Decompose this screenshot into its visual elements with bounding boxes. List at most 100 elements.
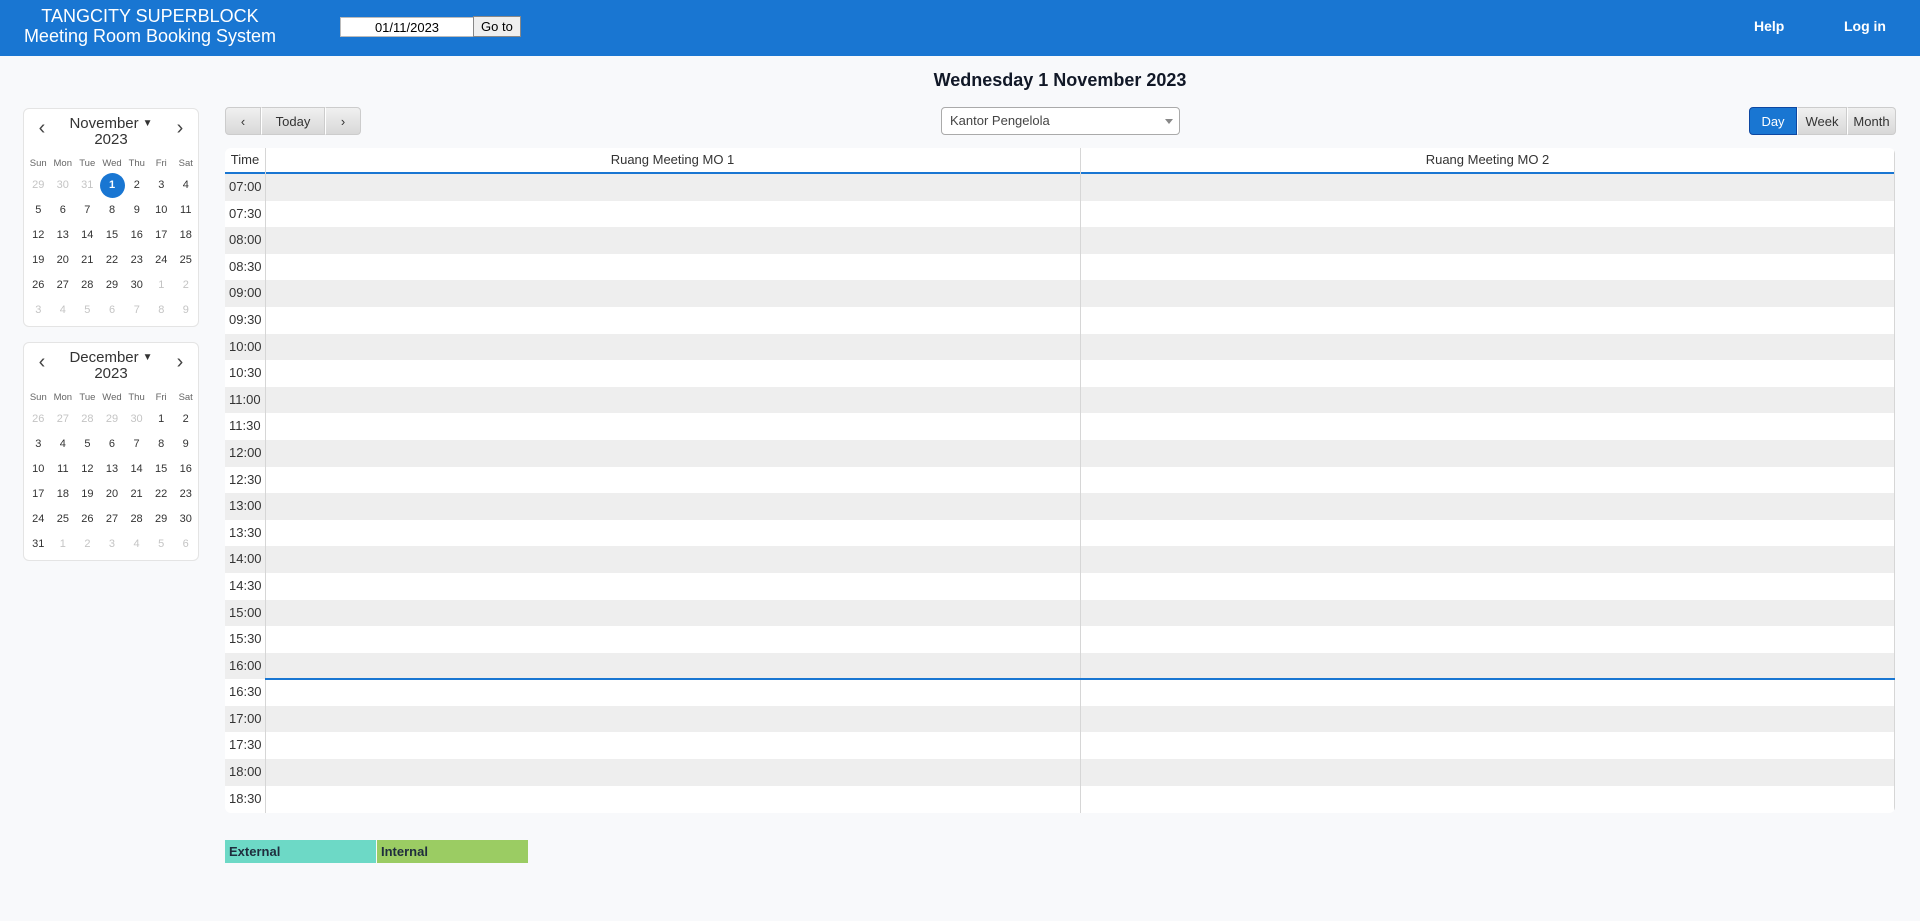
booking-slot[interactable] (265, 732, 1080, 759)
selected-day[interactable]: 1 (99, 173, 125, 198)
calendar-day[interactable]: 7 (124, 432, 149, 457)
prev-day-button[interactable]: ‹ (225, 107, 261, 135)
calendar-day[interactable]: 16 (125, 223, 150, 248)
booking-slot[interactable] (265, 360, 1080, 387)
booking-slot[interactable] (265, 653, 1080, 680)
calendar-day[interactable]: 5 (75, 432, 100, 457)
calendar-day[interactable]: 17 (26, 482, 51, 507)
booking-slot[interactable] (265, 227, 1080, 254)
calendar-day[interactable]: 31 (26, 532, 51, 557)
calendar-day[interactable]: 25 (51, 507, 76, 532)
calendar-day[interactable]: 12 (75, 457, 100, 482)
calendar-day[interactable]: 6 (173, 532, 198, 557)
booking-slot[interactable] (265, 280, 1080, 307)
booking-slot[interactable] (1081, 653, 1895, 680)
calendar-day[interactable]: 27 (51, 273, 76, 298)
calendar-day[interactable]: 11 (51, 457, 76, 482)
booking-slot[interactable] (265, 520, 1080, 547)
calendar-day[interactable]: 18 (174, 223, 199, 248)
booking-slot[interactable] (265, 307, 1080, 334)
calendar-day[interactable]: 6 (100, 432, 125, 457)
view-week-button[interactable]: Week (1797, 107, 1847, 135)
calendar-day[interactable]: 1 (51, 532, 76, 557)
calendar-day[interactable]: 24 (149, 248, 174, 273)
calendar-day[interactable]: 7 (75, 198, 100, 223)
calendar-day[interactable]: 29 (100, 407, 125, 432)
booking-slot[interactable] (265, 467, 1080, 494)
calendar-day[interactable]: 29 (26, 173, 51, 198)
booking-slot[interactable] (1081, 759, 1895, 786)
calendar-day[interactable]: 27 (100, 507, 125, 532)
booking-slot[interactable] (1081, 679, 1895, 706)
calendar-day[interactable]: 25 (174, 248, 199, 273)
calendar-day[interactable]: 28 (124, 507, 149, 532)
calendar-day[interactable]: 2 (125, 173, 150, 198)
booking-slot[interactable] (1081, 360, 1895, 387)
calendar-day[interactable]: 14 (124, 457, 149, 482)
calendar-day[interactable]: 27 (51, 407, 76, 432)
calendar-day[interactable]: 3 (26, 298, 51, 323)
booking-slot[interactable] (1081, 413, 1895, 440)
calendar-day[interactable]: 4 (51, 432, 76, 457)
calendar-day[interactable]: 8 (149, 298, 174, 323)
calendar-day[interactable]: 26 (26, 273, 51, 298)
booking-slot[interactable] (265, 573, 1080, 600)
goto-button[interactable]: Go to (473, 16, 521, 37)
room-header[interactable]: Ruang Meeting MO 2 (1080, 148, 1895, 172)
calendar-day[interactable]: 29 (149, 507, 174, 532)
calendar-day[interactable]: 30 (173, 507, 198, 532)
booking-slot[interactable] (1081, 732, 1895, 759)
booking-slot[interactable] (1081, 440, 1895, 467)
calendar-day[interactable]: 20 (51, 248, 76, 273)
login-link[interactable]: Log in (1844, 18, 1886, 34)
calendar-day[interactable]: 30 (125, 273, 150, 298)
view-day-button[interactable]: Day (1749, 107, 1797, 135)
calendar-day[interactable]: 13 (100, 457, 125, 482)
calendar-day[interactable]: 28 (75, 273, 100, 298)
booking-slot[interactable] (265, 626, 1080, 653)
calendar-day[interactable]: 21 (124, 482, 149, 507)
booking-slot[interactable] (265, 254, 1080, 281)
booking-slot[interactable] (265, 387, 1080, 414)
calendar-day[interactable]: 6 (100, 298, 125, 323)
calendar-day[interactable]: 5 (26, 198, 51, 223)
calendar-day[interactable]: 22 (100, 248, 125, 273)
calendar-day[interactable]: 15 (100, 223, 125, 248)
calendar-day[interactable]: 26 (26, 407, 51, 432)
calendar-day[interactable]: 6 (51, 198, 76, 223)
calendar-day[interactable]: 26 (75, 507, 100, 532)
booking-slot[interactable] (1081, 520, 1895, 547)
calendar-day[interactable]: 23 (173, 482, 198, 507)
calendar-day[interactable]: 15 (149, 457, 174, 482)
booking-slot[interactable] (265, 201, 1080, 228)
calendar-day[interactable]: 5 (149, 532, 174, 557)
calendar-day[interactable]: 14 (75, 223, 100, 248)
view-month-button[interactable]: Month (1847, 107, 1896, 135)
help-link[interactable]: Help (1754, 18, 1784, 34)
booking-slot[interactable] (1081, 227, 1895, 254)
calendar-day[interactable]: 24 (26, 507, 51, 532)
booking-slot[interactable] (265, 440, 1080, 467)
today-button[interactable]: Today (261, 107, 325, 135)
calendar-day[interactable]: 30 (51, 173, 76, 198)
booking-slot[interactable] (265, 786, 1080, 813)
calendar-day[interactable]: 12 (26, 223, 51, 248)
calendar-day[interactable]: 30 (124, 407, 149, 432)
calendar-day[interactable]: 21 (75, 248, 100, 273)
goto-date-input[interactable] (340, 17, 473, 37)
calendar-day[interactable]: 9 (174, 298, 199, 323)
calendar-day[interactable]: 28 (75, 407, 100, 432)
calendar-day[interactable]: 4 (51, 298, 76, 323)
booking-slot[interactable] (1081, 387, 1895, 414)
calendar-day[interactable]: 23 (125, 248, 150, 273)
booking-slot[interactable] (265, 493, 1080, 520)
booking-slot[interactable] (265, 600, 1080, 627)
calendar-day[interactable]: 29 (100, 273, 125, 298)
calendar-day[interactable]: 8 (100, 198, 125, 223)
booking-slot[interactable] (1081, 600, 1895, 627)
calendar-day[interactable]: 2 (174, 273, 199, 298)
calendar-day[interactable]: 4 (174, 173, 199, 198)
booking-slot[interactable] (1081, 174, 1895, 201)
area-select[interactable]: Kantor Pengelola (941, 107, 1180, 135)
calendar-day[interactable]: 10 (26, 457, 51, 482)
